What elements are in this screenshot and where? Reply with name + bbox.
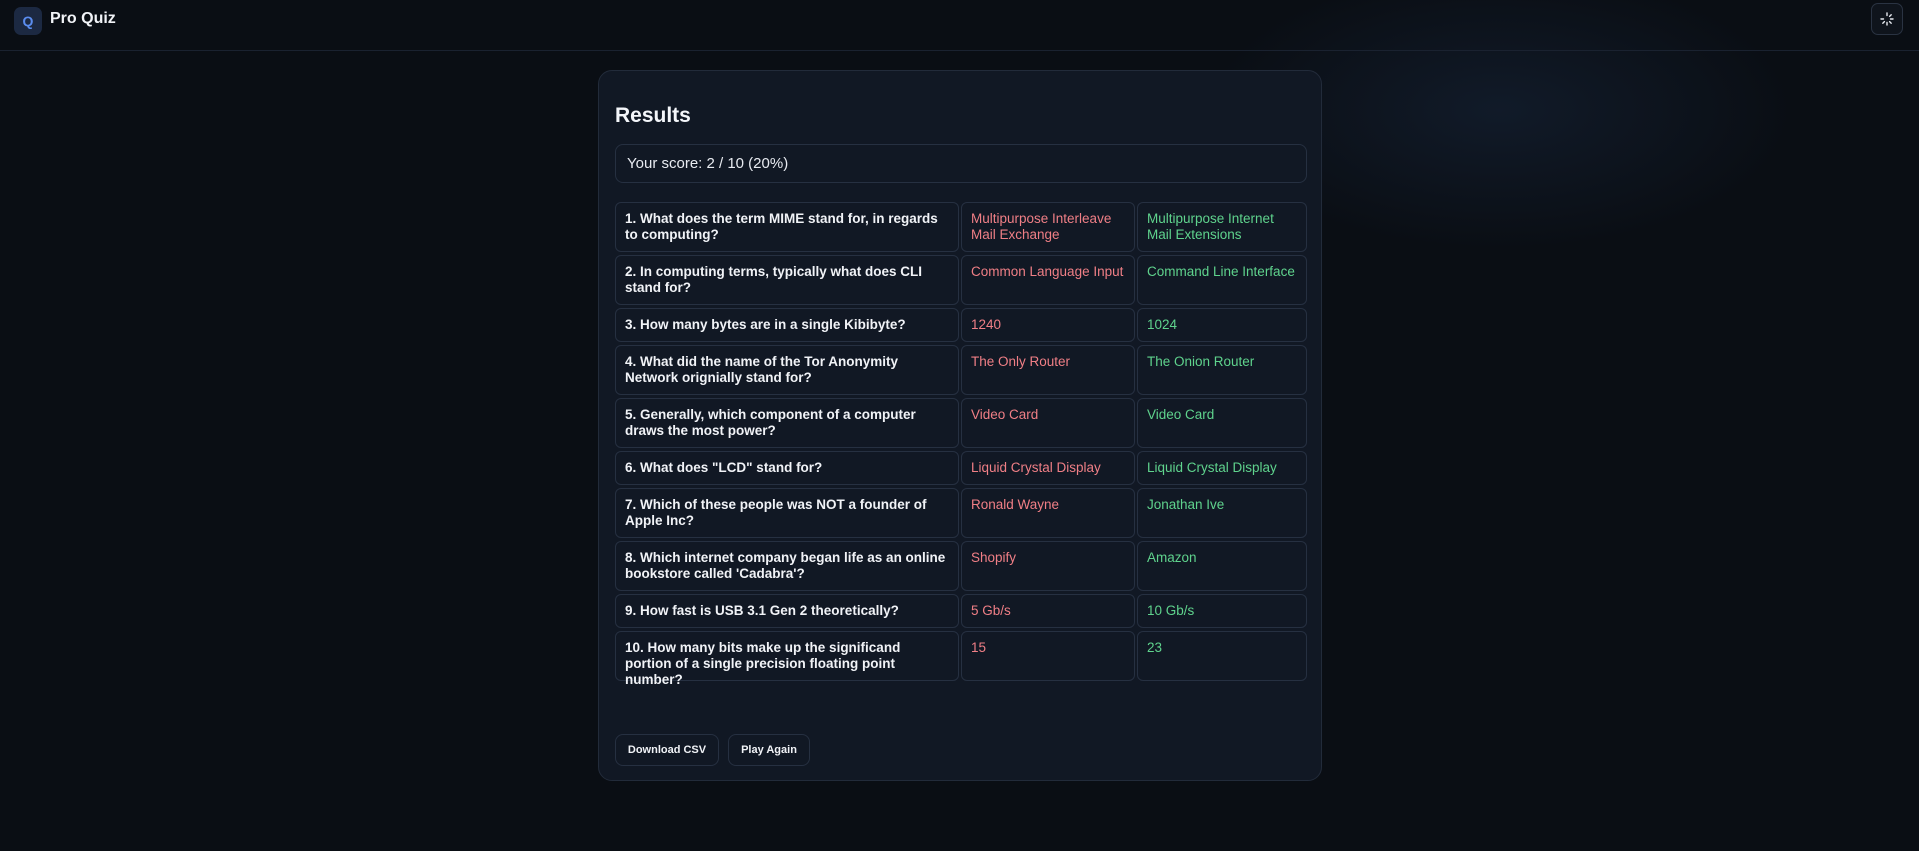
table-row: 5. Generally, which component of a compu… — [615, 398, 1307, 448]
top-bar: Q Pro Quiz — [0, 0, 1919, 51]
correct-answer-cell: Liquid Crystal Display — [1137, 451, 1307, 485]
correct-answer-cell: Video Card — [1137, 398, 1307, 448]
your-answer-cell: The Only Router — [961, 345, 1135, 395]
your-answer-cell: Video Card — [961, 398, 1135, 448]
question-cell: 6. What does "LCD" stand for? — [615, 451, 959, 485]
correct-answer-cell: 23 — [1137, 631, 1307, 681]
question-cell: 5. Generally, which component of a compu… — [615, 398, 959, 448]
results-title: Results — [615, 104, 691, 127]
your-answer-cell: Ronald Wayne — [961, 488, 1135, 538]
table-row: 7. Which of these people was NOT a found… — [615, 488, 1307, 538]
question-cell: 1. What does the term MIME stand for, in… — [615, 202, 959, 252]
correct-answer-cell: Command Line Interface — [1137, 255, 1307, 305]
play-again-button[interactable]: Play Again — [728, 734, 810, 766]
correct-answer-cell: 10 Gb/s — [1137, 594, 1307, 628]
score-summary: Your score: 2 / 10 (20%) — [615, 144, 1307, 183]
question-cell: 3. How many bytes are in a single Kibiby… — [615, 308, 959, 342]
table-row: 10. How many bits make up the significan… — [615, 631, 1307, 687]
question-cell: 4. What did the name of the Tor Anonymit… — [615, 345, 959, 395]
table-row: 9. How fast is USB 3.1 Gen 2 theoretical… — [615, 594, 1307, 628]
correct-answer-cell: Multipurpose Internet Mail Extensions — [1137, 202, 1307, 252]
question-cell: 9. How fast is USB 3.1 Gen 2 theoretical… — [615, 594, 959, 628]
your-answer-cell: 1240 — [961, 308, 1135, 342]
question-cell: 7. Which of these people was NOT a found… — [615, 488, 959, 538]
results-card: Results Your score: 2 / 10 (20%) 1. What… — [598, 70, 1322, 781]
your-answer-cell: Liquid Crystal Display — [961, 451, 1135, 485]
table-row: 4. What did the name of the Tor Anonymit… — [615, 345, 1307, 395]
app-title: Pro Quiz — [50, 10, 116, 27]
table-row: 2. In computing terms, typically what do… — [615, 255, 1307, 305]
table-row: 6. What does "LCD" stand for? Liquid Cry… — [615, 451, 1307, 485]
your-answer-cell: 15 — [961, 631, 1135, 681]
your-answer-cell: 5 Gb/s — [961, 594, 1135, 628]
your-answer-cell: Shopify — [961, 541, 1135, 591]
table-row: 3. How many bytes are in a single Kibiby… — [615, 308, 1307, 342]
your-answer-cell: Common Language Input — [961, 255, 1135, 305]
question-cell: 10. How many bits make up the significan… — [615, 631, 959, 687]
your-answer-cell: Multipurpose Interleave Mail Exchange — [961, 202, 1135, 252]
loader-sun-icon — [1880, 12, 1894, 26]
logo-badge: Q — [14, 7, 42, 35]
correct-answer-cell: Amazon — [1137, 541, 1307, 591]
theme-toggle-button[interactable] — [1871, 3, 1903, 35]
download-csv-button[interactable]: Download CSV — [615, 734, 719, 766]
correct-answer-cell: The Onion Router — [1137, 345, 1307, 395]
table-row: 8. Which internet company began life as … — [615, 541, 1307, 591]
correct-answer-cell: Jonathan Ive — [1137, 488, 1307, 538]
question-cell: 2. In computing terms, typically what do… — [615, 255, 959, 305]
results-table: 1. What does the term MIME stand for, in… — [615, 202, 1307, 687]
table-row: 1. What does the term MIME stand for, in… — [615, 202, 1307, 252]
correct-answer-cell: 1024 — [1137, 308, 1307, 342]
question-cell: 8. Which internet company began life as … — [615, 541, 959, 591]
